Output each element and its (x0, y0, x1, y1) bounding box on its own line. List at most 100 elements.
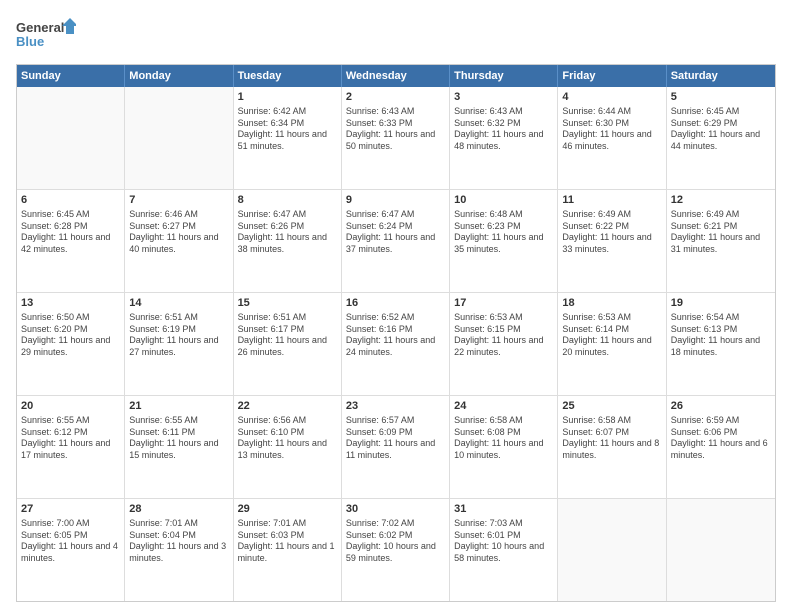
cell-text-line: Sunrise: 6:49 AM (562, 209, 661, 221)
cell-text-line: Sunset: 6:20 PM (21, 324, 120, 336)
day-cell-26: 26Sunrise: 6:59 AMSunset: 6:06 PMDayligh… (667, 396, 775, 498)
cell-text-line: Sunrise: 6:54 AM (671, 312, 771, 324)
day-number: 1 (238, 90, 337, 105)
cell-text-line: Sunrise: 6:51 AM (129, 312, 228, 324)
cell-text-line: Sunrise: 6:43 AM (346, 106, 445, 118)
cell-text-line: Sunset: 6:34 PM (238, 118, 337, 130)
calendar-row-4: 27Sunrise: 7:00 AMSunset: 6:05 PMDayligh… (17, 499, 775, 601)
day-cell-16: 16Sunrise: 6:52 AMSunset: 6:16 PMDayligh… (342, 293, 450, 395)
cell-text-line: Sunrise: 6:47 AM (238, 209, 337, 221)
cell-text-line: Daylight: 11 hours and 26 minutes. (238, 335, 337, 358)
svg-text:General: General (16, 20, 64, 35)
day-number: 27 (21, 502, 120, 517)
cell-text-line: Daylight: 11 hours and 11 minutes. (346, 438, 445, 461)
day-cell-24: 24Sunrise: 6:58 AMSunset: 6:08 PMDayligh… (450, 396, 558, 498)
day-number: 18 (562, 296, 661, 311)
cell-text-line: Sunset: 6:30 PM (562, 118, 661, 130)
cell-text-line: Sunrise: 6:55 AM (129, 415, 228, 427)
cell-text-line: Daylight: 11 hours and 13 minutes. (238, 438, 337, 461)
day-cell-29: 29Sunrise: 7:01 AMSunset: 6:03 PMDayligh… (234, 499, 342, 601)
day-number: 25 (562, 399, 661, 414)
cell-text-line: Daylight: 11 hours and 24 minutes. (346, 335, 445, 358)
day-number: 30 (346, 502, 445, 517)
day-number: 29 (238, 502, 337, 517)
cell-text-line: Daylight: 11 hours and 20 minutes. (562, 335, 661, 358)
day-cell-2: 2Sunrise: 6:43 AMSunset: 6:33 PMDaylight… (342, 87, 450, 189)
day-number: 21 (129, 399, 228, 414)
cell-text-line: Sunrise: 6:45 AM (21, 209, 120, 221)
cell-text-line: Sunset: 6:21 PM (671, 221, 771, 233)
day-number: 17 (454, 296, 553, 311)
day-cell-9: 9Sunrise: 6:47 AMSunset: 6:24 PMDaylight… (342, 190, 450, 292)
cell-text-line: Daylight: 11 hours and 1 minute. (238, 541, 337, 564)
cell-text-line: Daylight: 11 hours and 44 minutes. (671, 129, 771, 152)
cell-text-line: Sunset: 6:28 PM (21, 221, 120, 233)
day-cell-19: 19Sunrise: 6:54 AMSunset: 6:13 PMDayligh… (667, 293, 775, 395)
header-day-tuesday: Tuesday (234, 65, 342, 87)
calendar-row-3: 20Sunrise: 6:55 AMSunset: 6:12 PMDayligh… (17, 396, 775, 499)
day-number: 13 (21, 296, 120, 311)
cell-text-line: Daylight: 11 hours and 18 minutes. (671, 335, 771, 358)
day-number: 26 (671, 399, 771, 414)
cell-text-line: Sunset: 6:07 PM (562, 427, 661, 439)
day-number: 20 (21, 399, 120, 414)
cell-text-line: Sunrise: 6:59 AM (671, 415, 771, 427)
day-number: 23 (346, 399, 445, 414)
cell-text-line: Daylight: 11 hours and 42 minutes. (21, 232, 120, 255)
day-cell-20: 20Sunrise: 6:55 AMSunset: 6:12 PMDayligh… (17, 396, 125, 498)
cell-text-line: Sunset: 6:01 PM (454, 530, 553, 542)
cell-text-line: Daylight: 11 hours and 48 minutes. (454, 129, 553, 152)
day-number: 16 (346, 296, 445, 311)
cell-text-line: Daylight: 11 hours and 10 minutes. (454, 438, 553, 461)
cell-text-line: Sunrise: 7:01 AM (129, 518, 228, 530)
calendar-body: 1Sunrise: 6:42 AMSunset: 6:34 PM Daylight… (17, 87, 775, 601)
cell-text-line: Sunrise: 6:50 AM (21, 312, 120, 324)
cell-text-line: Sunset: 6:29 PM (671, 118, 771, 130)
cell-text-line: Daylight: 11 hours and 27 minutes. (129, 335, 228, 358)
cell-text-line: Sunrise: 6:45 AM (671, 106, 771, 118)
cell-text-line: Sunset: 6:15 PM (454, 324, 553, 336)
empty-cell (125, 87, 233, 189)
cell-text-line: Sunset: 6:04 PM (129, 530, 228, 542)
cell-text-line: Sunrise: 6:42 AM (238, 106, 337, 118)
cell-text-line: Sunset: 6:16 PM (346, 324, 445, 336)
cell-text-line: Sunrise: 6:53 AM (454, 312, 553, 324)
calendar-row-0: 1Sunrise: 6:42 AMSunset: 6:34 PM Daylight… (17, 87, 775, 190)
day-cell-27: 27Sunrise: 7:00 AMSunset: 6:05 PMDayligh… (17, 499, 125, 601)
cell-text-line: Sunset: 6:24 PM (346, 221, 445, 233)
cell-text-line: Daylight: 10 hours and 58 minutes. (454, 541, 553, 564)
logo-svg: General Blue (16, 16, 76, 56)
cell-text-line: Daylight: 11 hours and 22 minutes. (454, 335, 553, 358)
day-number: 24 (454, 399, 553, 414)
cell-text-line: Daylight: 11 hours and 33 minutes. (562, 232, 661, 255)
cell-text-line: Daylight: 11 hours and 4 minutes. (21, 541, 120, 564)
svg-text:Blue: Blue (16, 34, 44, 49)
day-cell-3: 3Sunrise: 6:43 AMSunset: 6:32 PMDaylight… (450, 87, 558, 189)
cell-text-line: Sunrise: 7:02 AM (346, 518, 445, 530)
day-number: 10 (454, 193, 553, 208)
day-number: 3 (454, 90, 553, 105)
day-number: 14 (129, 296, 228, 311)
cell-text-line: Sunset: 6:03 PM (238, 530, 337, 542)
day-cell-7: 7Sunrise: 6:46 AMSunset: 6:27 PMDaylight… (125, 190, 233, 292)
cell-text-line: Sunset: 6:26 PM (238, 221, 337, 233)
day-cell-8: 8Sunrise: 6:47 AMSunset: 6:26 PMDaylight… (234, 190, 342, 292)
day-number: 22 (238, 399, 337, 414)
empty-cell (17, 87, 125, 189)
cell-text-line: Daylight: 11 hours and 29 minutes. (21, 335, 120, 358)
cell-text-line: Daylight: 11 hours and 17 minutes. (21, 438, 120, 461)
calendar-row-2: 13Sunrise: 6:50 AMSunset: 6:20 PMDayligh… (17, 293, 775, 396)
cell-text-line: Daylight: 11 hours and 6 minutes. (671, 438, 771, 461)
cell-text-line: Sunrise: 6:52 AM (346, 312, 445, 324)
day-cell-21: 21Sunrise: 6:55 AMSunset: 6:11 PMDayligh… (125, 396, 233, 498)
cell-text-line: Sunrise: 7:00 AM (21, 518, 120, 530)
cell-text-line: Daylight: 11 hours and 35 minutes. (454, 232, 553, 255)
day-number: 9 (346, 193, 445, 208)
cell-text-line: Daylight: 11 hours and 50 minutes. (346, 129, 445, 152)
cell-text-line: Sunrise: 6:43 AM (454, 106, 553, 118)
day-cell-22: 22Sunrise: 6:56 AMSunset: 6:10 PMDayligh… (234, 396, 342, 498)
day-cell-13: 13Sunrise: 6:50 AMSunset: 6:20 PMDayligh… (17, 293, 125, 395)
cell-text-line: Sunset: 6:02 PM (346, 530, 445, 542)
calendar-row-1: 6Sunrise: 6:45 AMSunset: 6:28 PMDaylight… (17, 190, 775, 293)
cell-text-line: Sunset: 6:14 PM (562, 324, 661, 336)
